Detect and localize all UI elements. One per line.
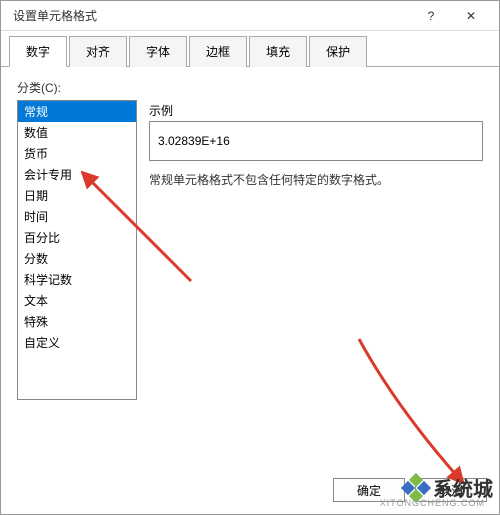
tab-3[interactable]: 边框 [189,36,247,67]
main-row: 常规数值货币会计专用日期时间百分比分数科学记数文本特殊自定义 示例 3.0283… [17,100,483,460]
category-item[interactable]: 文本 [18,290,136,311]
category-item[interactable]: 货币 [18,143,136,164]
help-button[interactable]: ? [411,1,451,31]
right-pane: 示例 3.02839E+16 常规单元格格式不包含任何特定的数字格式。 [149,100,483,460]
category-item[interactable]: 日期 [18,185,136,206]
category-item[interactable]: 自定义 [18,332,136,353]
category-label: 分类(C): [17,79,483,96]
category-item[interactable]: 数值 [18,122,136,143]
tab-5[interactable]: 保护 [309,36,367,67]
sample-label: 示例 [149,100,483,119]
category-item[interactable]: 科学记数 [18,269,136,290]
watermark-subtext: XITONGCHENG.COM [380,498,485,508]
category-item[interactable]: 百分比 [18,227,136,248]
tab-0[interactable]: 数字 [9,36,67,67]
close-button[interactable]: ✕ [451,1,491,31]
tab-strip: 数字对齐字体边框填充保护 [1,31,499,67]
category-item[interactable]: 时间 [18,206,136,227]
dialog-window: 设置单元格格式 ? ✕ 数字对齐字体边框填充保护 分类(C): 常规数值货币会计… [0,0,500,515]
titlebar: 设置单元格格式 ? ✕ [1,1,499,31]
tab-4[interactable]: 填充 [249,36,307,67]
category-item[interactable]: 会计专用 [18,164,136,185]
tab-2[interactable]: 字体 [129,36,187,67]
window-title: 设置单元格格式 [9,7,411,24]
sample-box: 3.02839E+16 [149,121,483,161]
tab-1[interactable]: 对齐 [69,36,127,67]
category-item[interactable]: 分数 [18,248,136,269]
category-item[interactable]: 特殊 [18,311,136,332]
sample-value: 3.02839E+16 [158,134,230,148]
format-description: 常规单元格格式不包含任何特定的数字格式。 [149,171,483,188]
category-item[interactable]: 常规 [18,101,136,122]
dialog-body: 分类(C): 常规数值货币会计专用日期时间百分比分数科学记数文本特殊自定义 示例… [1,67,499,468]
category-listbox[interactable]: 常规数值货币会计专用日期时间百分比分数科学记数文本特殊自定义 [17,100,137,400]
